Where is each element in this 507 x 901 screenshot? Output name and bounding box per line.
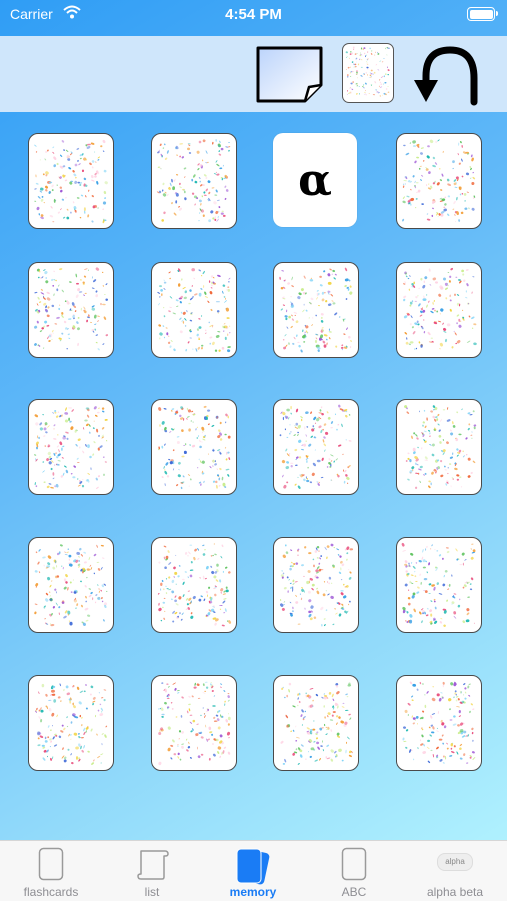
card-pattern	[158, 681, 231, 766]
note-icon	[256, 46, 323, 103]
tab-label: ABC	[341, 885, 367, 899]
card-pattern	[157, 543, 232, 627]
card-pattern	[34, 683, 108, 765]
note-button[interactable]	[255, 45, 325, 103]
flip-arrow-icon	[414, 46, 478, 106]
memory-card[interactable]	[396, 675, 482, 771]
tab-label: list	[144, 885, 160, 899]
memory-card[interactable]	[396, 537, 482, 633]
card-back-icon	[345, 46, 391, 97]
alpha-badge-icon: alpha	[437, 853, 473, 871]
memory-card[interactable]	[396, 262, 482, 358]
memory-card[interactable]	[28, 675, 114, 771]
card-pattern	[404, 405, 477, 489]
tab-label: alpha beta	[426, 885, 484, 899]
card-symbol: α	[298, 154, 332, 206]
card-pattern	[402, 681, 476, 764]
memory-card[interactable]	[28, 537, 114, 633]
memory-card[interactable]	[273, 399, 359, 495]
tab-list[interactable]: list	[102, 841, 202, 901]
memory-card[interactable]	[28, 262, 114, 358]
card-pattern	[158, 405, 231, 490]
toolbar	[0, 36, 507, 112]
card-icon	[341, 847, 367, 881]
card-pattern	[279, 267, 353, 353]
card-pattern	[279, 543, 354, 627]
memory-card[interactable]	[396, 133, 482, 229]
card-pattern	[279, 404, 352, 489]
card-pattern	[401, 542, 476, 627]
memory-card[interactable]	[273, 675, 359, 771]
flip-button[interactable]	[408, 44, 488, 106]
memory-card[interactable]	[151, 133, 237, 229]
card-pattern	[34, 267, 109, 351]
memory-card[interactable]	[151, 262, 237, 358]
memory-grid: α	[0, 112, 507, 840]
tab-bar: flashcards list memory ABC alpha alpha b…	[0, 840, 507, 901]
memory-card[interactable]	[28, 133, 114, 229]
clock: 4:54 PM	[225, 6, 282, 23]
tab-memory[interactable]: memory	[203, 841, 303, 901]
memory-card[interactable]	[151, 399, 237, 495]
card-back-button[interactable]	[342, 43, 394, 103]
memory-card-revealed[interactable]: α	[273, 133, 357, 227]
card-pattern	[34, 544, 108, 627]
status-bar: Carrier 4:54 PM	[0, 0, 507, 34]
card-pattern	[33, 406, 108, 490]
alpha-badge-text: alpha	[445, 857, 465, 866]
memory-card[interactable]	[28, 399, 114, 495]
card-pattern	[280, 682, 353, 765]
memory-card[interactable]	[273, 262, 359, 358]
memory-cards-icon	[236, 848, 270, 885]
tab-label: memory	[229, 885, 277, 899]
memory-card[interactable]	[151, 675, 237, 771]
tab-flashcards[interactable]: flashcards	[1, 841, 101, 901]
card-pattern	[157, 268, 231, 353]
card-pattern	[402, 139, 476, 223]
tab-label: flashcards	[23, 885, 79, 899]
card-pattern	[156, 139, 231, 223]
flashcard-icon	[38, 847, 64, 881]
card-pattern	[34, 139, 108, 224]
scroll-icon	[137, 850, 169, 880]
tab-abc[interactable]: ABC	[304, 841, 404, 901]
battery-icon	[467, 7, 498, 21]
card-pattern	[403, 267, 477, 350]
memory-card[interactable]	[273, 537, 359, 633]
memory-card[interactable]	[151, 537, 237, 633]
tab-alpha-beta[interactable]: alpha alpha beta	[405, 841, 505, 901]
memory-card[interactable]	[396, 399, 482, 495]
